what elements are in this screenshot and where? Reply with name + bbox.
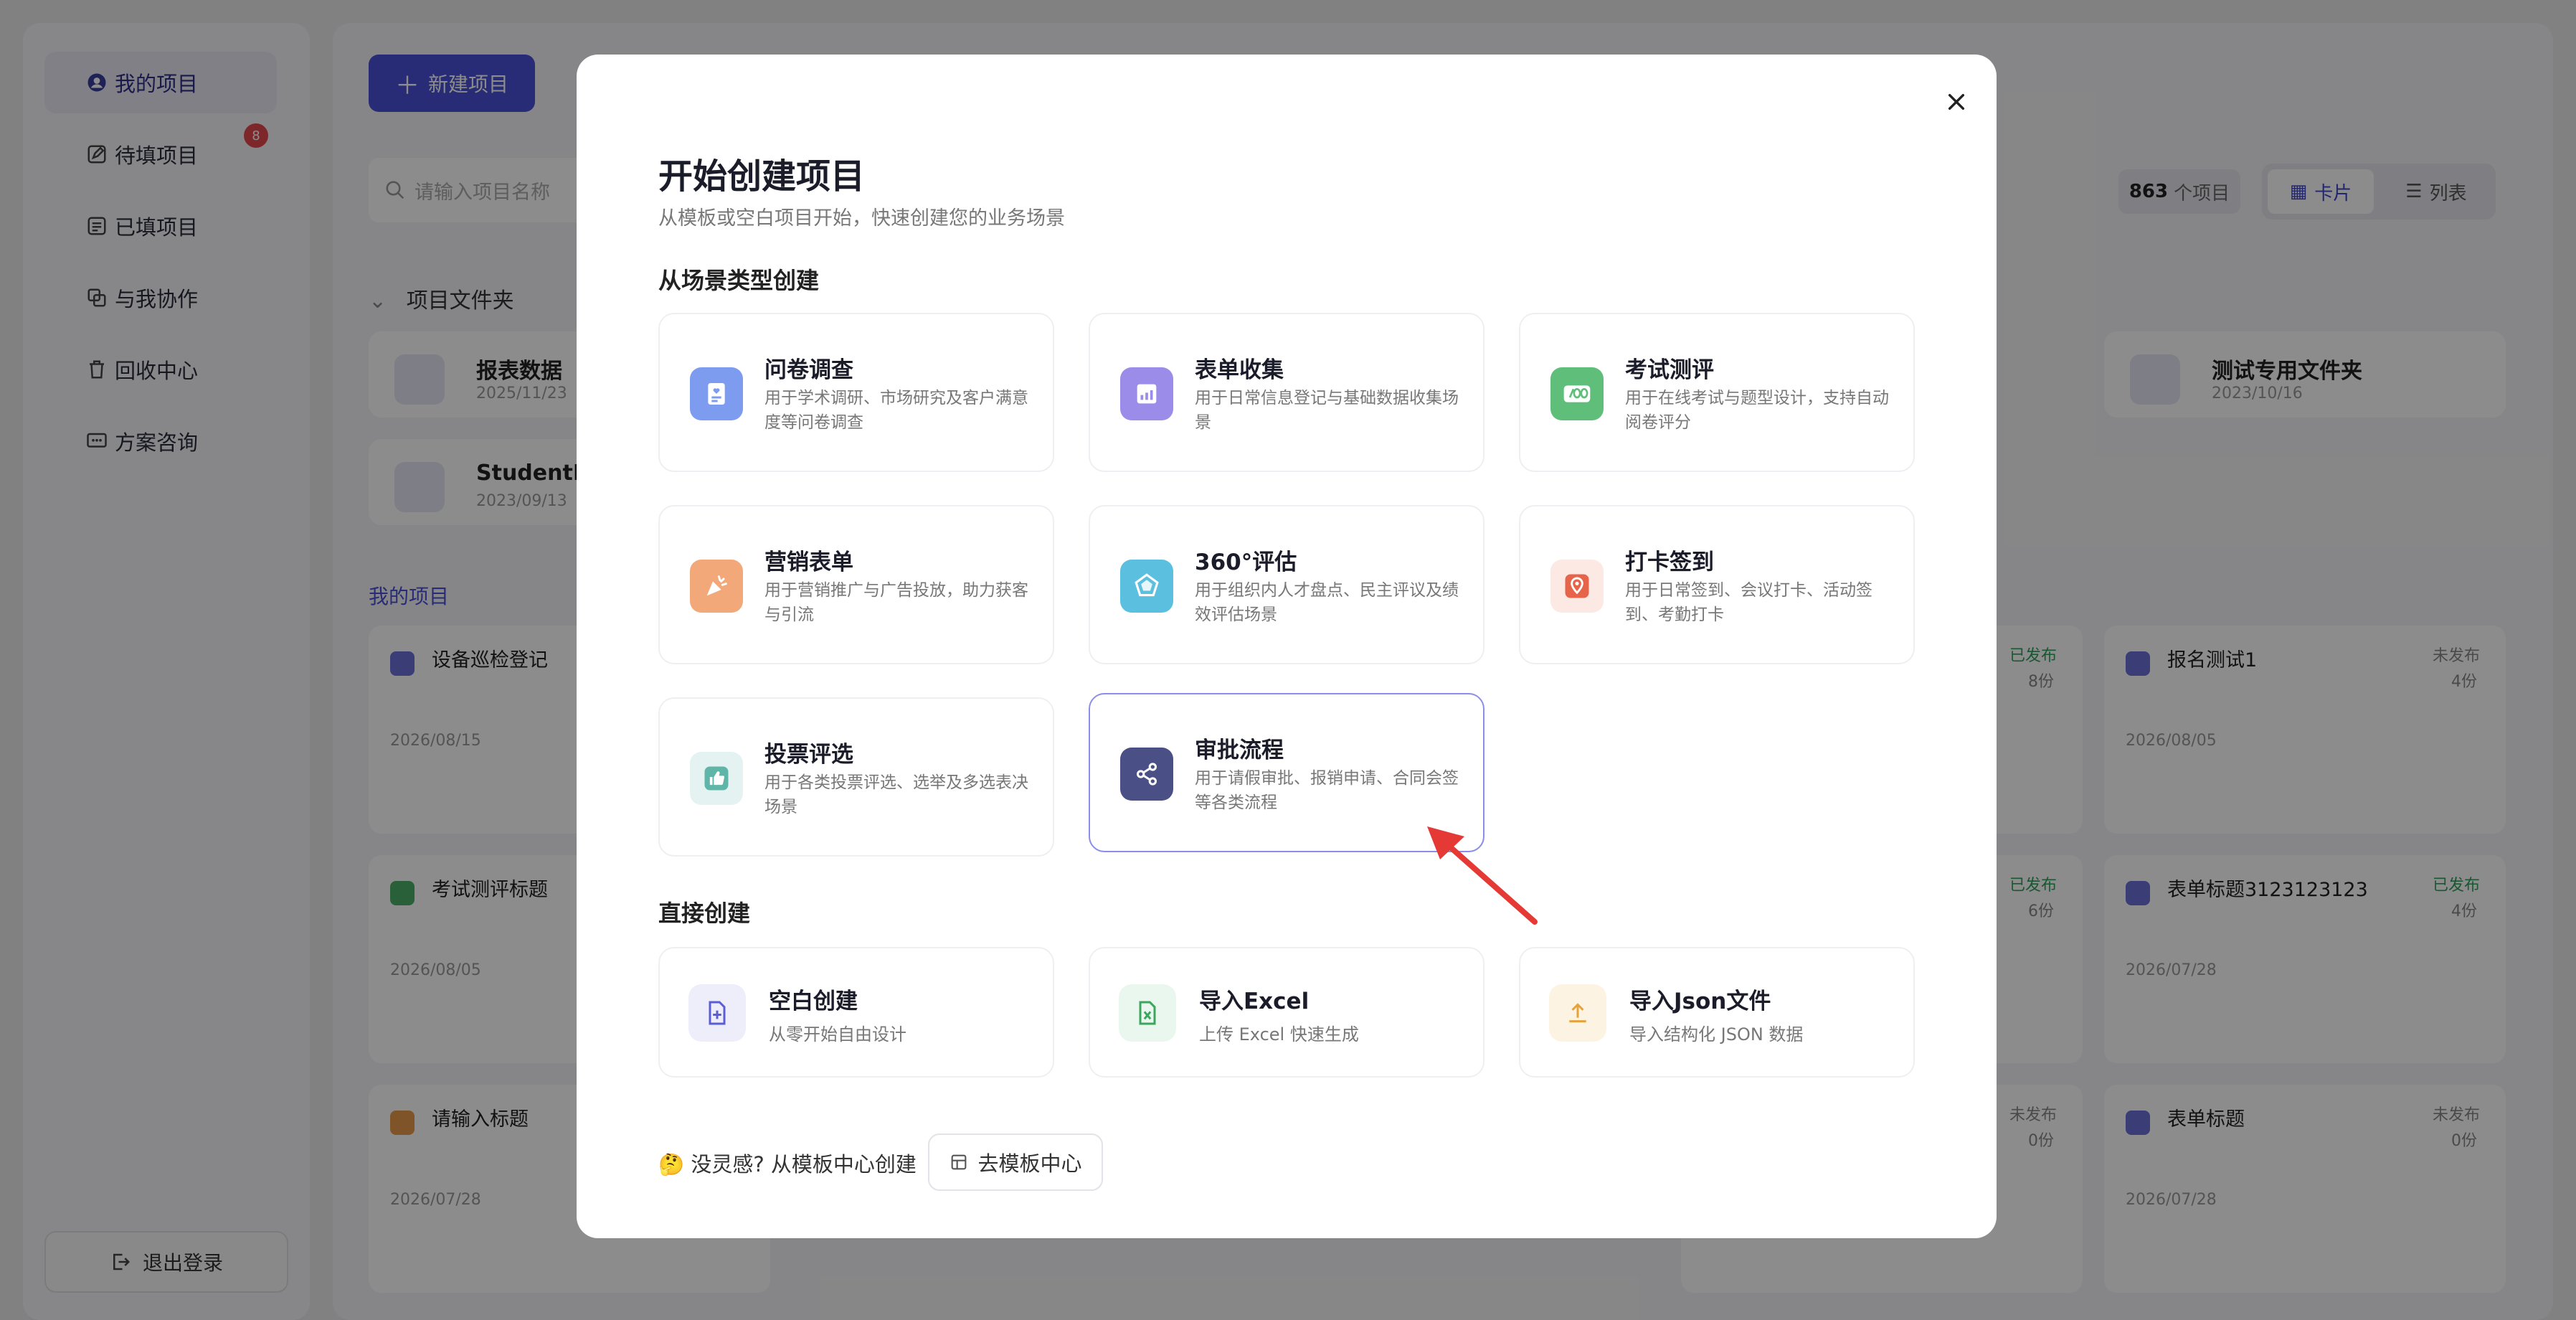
upload-icon — [1549, 984, 1606, 1042]
scene-card-vote[interactable]: 投票评选 用于各类投票评选、选举及多选表决场景 — [658, 697, 1054, 857]
scene-card-check-in[interactable]: 打卡签到 用于日常签到、会议打卡、活动签到、考勤打卡 — [1519, 505, 1915, 664]
score-100-icon — [1550, 367, 1604, 420]
template-hint: 🤔 没灵感? 从模板中心创建 — [658, 1152, 917, 1177]
radar-icon — [1120, 560, 1173, 613]
scene-desc: 用于组织内人才盘点、民主评议及绩效评估场景 — [1195, 581, 1459, 624]
scene-title: 审批流程 — [1195, 737, 1284, 763]
scene-desc: 用于日常签到、会议打卡、活动签到、考勤打卡 — [1625, 581, 1872, 624]
thumbs-up-icon — [690, 752, 743, 805]
create-project-modal: 开始创建项目 从模板或空白项目开始，快速创建您的业务场景 从场景类型创建 问卷调… — [577, 55, 1997, 1238]
scene-title: 360°评估 — [1195, 550, 1297, 575]
scene-card-form-collect[interactable]: 表单收集 用于日常信息登记与基础数据收集场景 — [1089, 313, 1484, 472]
scene-title: 表单收集 — [1195, 357, 1284, 383]
scene-title: 问卷调查 — [764, 357, 853, 383]
scene-desc: 用于请假审批、报销申请、合同会签等各类流程 — [1195, 769, 1459, 812]
survey-icon — [690, 367, 743, 420]
template-center-button[interactable]: 去模板中心 — [928, 1133, 1103, 1191]
scene-title: 营销表单 — [764, 550, 853, 575]
add-doc-icon — [688, 984, 746, 1042]
modal-subtitle: 从模板或空白项目开始，快速创建您的业务场景 — [658, 207, 1065, 230]
modal-title: 开始创建项目 — [658, 156, 866, 197]
scene-card-exam[interactable]: 考试测评 用于在线考试与题型设计，支持自动阅卷评分 — [1519, 313, 1915, 472]
scene-card-survey[interactable]: 问卷调查 用于学术调研、市场研究及客户满意度等问卷调查 — [658, 313, 1054, 472]
share-flow-icon — [1120, 748, 1173, 801]
direct-title: 空白创建 — [769, 989, 858, 1014]
close-button[interactable] — [1935, 80, 1978, 123]
scene-title: 考试测评 — [1625, 357, 1714, 383]
scene-desc: 用于营销推广与广告投放，助力获客与引流 — [764, 581, 1028, 624]
import-json-card[interactable]: 导入Json文件 导入结构化 JSON 数据 — [1519, 947, 1915, 1078]
scene-title: 打卡签到 — [1625, 550, 1714, 575]
direct-desc: 上传 Excel 快速生成 — [1199, 1024, 1359, 1045]
scene-card-marketing[interactable]: 营销表单 用于营销推广与广告投放，助力获客与引流 — [658, 505, 1054, 664]
close-icon — [1948, 93, 1965, 110]
scene-desc: 用于学术调研、市场研究及客户满意度等问卷调查 — [764, 389, 1028, 432]
direct-desc: 导入结构化 JSON 数据 — [1629, 1024, 1804, 1045]
direct-desc: 从零开始自由设计 — [769, 1024, 906, 1045]
scene-card-360-evaluation[interactable]: 360°评估 用于组织内人才盘点、民主评议及绩效评估场景 — [1089, 505, 1484, 664]
scene-section-title: 从场景类型创建 — [658, 267, 820, 294]
excel-icon — [1119, 984, 1176, 1042]
location-pin-icon — [1550, 560, 1604, 613]
template-icon — [952, 1154, 967, 1170]
direct-title: 导入Json文件 — [1629, 989, 1771, 1014]
annotation-arrow-icon — [1427, 826, 1538, 925]
import-excel-card[interactable]: 导入Excel 上传 Excel 快速生成 — [1089, 947, 1484, 1078]
direct-section-title: 直接创建 — [658, 900, 751, 927]
blank-create-card[interactable]: 空白创建 从零开始自由设计 — [658, 947, 1054, 1078]
scene-desc: 用于在线考试与题型设计，支持自动阅卷评分 — [1625, 389, 1889, 432]
scene-desc: 用于各类投票评选、选举及多选表决场景 — [764, 773, 1028, 816]
template-center-label: 去模板中心 — [977, 1151, 1082, 1176]
scene-title: 投票评选 — [764, 742, 853, 768]
scene-desc: 用于日常信息登记与基础数据收集场景 — [1195, 389, 1459, 432]
chart-form-icon — [1120, 367, 1173, 420]
party-popper-icon — [690, 560, 743, 613]
direct-title: 导入Excel — [1199, 989, 1310, 1014]
